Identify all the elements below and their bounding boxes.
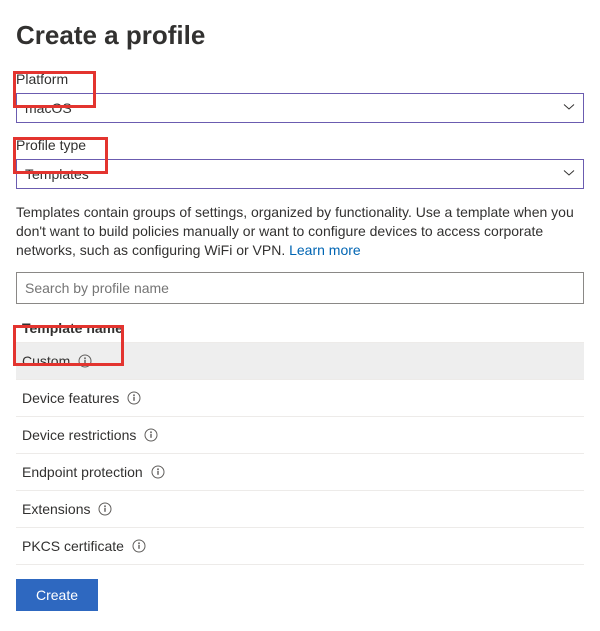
profile-type-dropdown[interactable]: Templates (16, 159, 584, 189)
template-row[interactable]: Extensions (16, 491, 584, 528)
create-button[interactable]: Create (16, 579, 98, 611)
column-header-template-name: Template name (16, 314, 584, 342)
chevron-down-icon (563, 166, 575, 182)
profile-type-label: Profile type (16, 137, 584, 153)
template-row-label: Endpoint protection (22, 464, 143, 480)
template-row[interactable]: Device features (16, 380, 584, 417)
platform-value: macOS (25, 100, 72, 116)
info-icon[interactable] (144, 428, 158, 442)
template-row[interactable]: Custom (16, 343, 584, 380)
template-row[interactable]: PKCS certificate (16, 528, 584, 565)
search-input[interactable] (16, 272, 584, 304)
template-row[interactable]: Device restrictions (16, 417, 584, 454)
platform-dropdown[interactable]: macOS (16, 93, 584, 123)
page-title: Create a profile (16, 20, 584, 51)
create-profile-panel: Create a profile Platform macOS Profile … (0, 0, 600, 631)
template-row-label: Device features (22, 390, 119, 406)
info-icon[interactable] (98, 502, 112, 516)
info-icon[interactable] (151, 465, 165, 479)
profile-type-value: Templates (25, 166, 89, 182)
info-icon[interactable] (78, 354, 92, 368)
learn-more-link[interactable]: Learn more (289, 242, 361, 258)
info-icon[interactable] (132, 539, 146, 553)
chevron-down-icon (563, 100, 575, 116)
template-list: Custom Device features Device restrictions… (16, 342, 584, 565)
platform-label: Platform (16, 71, 584, 87)
template-row-label: Device restrictions (22, 427, 136, 443)
template-row-label: Custom (22, 353, 70, 369)
templates-description: Templates contain groups of settings, or… (16, 203, 584, 260)
template-row-label: Extensions (22, 501, 90, 517)
template-row-label: PKCS certificate (22, 538, 124, 554)
template-row[interactable]: Endpoint protection (16, 454, 584, 491)
info-icon[interactable] (127, 391, 141, 405)
